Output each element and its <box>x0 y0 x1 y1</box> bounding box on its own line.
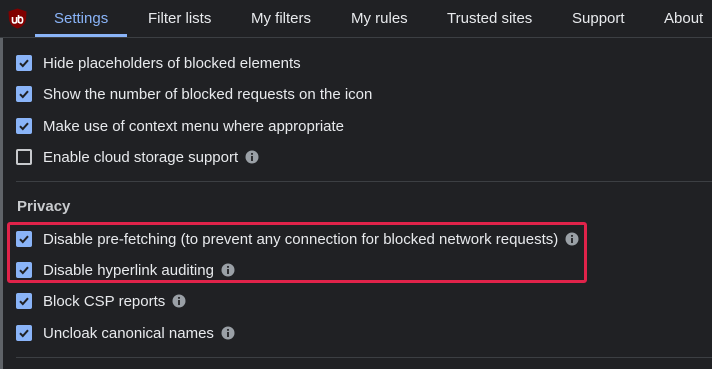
option-cloud-storage[interactable]: Enable cloud storage support <box>16 147 259 167</box>
tab-filter-lists[interactable]: Filter lists <box>148 0 211 37</box>
checkbox-disable-prefetching[interactable] <box>16 231 32 247</box>
tab-about[interactable]: About <box>664 0 703 37</box>
settings-page: Settings Filter lists My filters My rule… <box>0 0 712 369</box>
checkbox-cloud-storage[interactable] <box>16 149 32 165</box>
section-divider <box>16 357 712 358</box>
tab-support[interactable]: Support <box>572 0 625 37</box>
check-icon <box>19 266 29 275</box>
checkbox-uncloak-canonical-names[interactable] <box>16 325 32 341</box>
option-label: Disable hyperlink auditing <box>43 261 214 279</box>
check-icon <box>19 59 29 68</box>
option-label: Block CSP reports <box>43 292 166 310</box>
info-icon[interactable] <box>221 326 235 340</box>
info-icon[interactable] <box>172 294 186 308</box>
tab-my-rules[interactable]: My rules <box>351 0 408 37</box>
option-hide-placeholders[interactable]: Hide placeholders of blocked elements <box>16 53 301 73</box>
tab-my-filters[interactable]: My filters <box>251 0 311 37</box>
ublock-origin-logo-icon[interactable] <box>8 8 27 29</box>
active-tab-indicator <box>35 34 127 37</box>
option-label: Disable pre-fetching (to prevent any con… <box>43 230 559 248</box>
info-icon[interactable] <box>245 150 259 164</box>
check-icon <box>19 235 29 244</box>
option-label: Hide placeholders of blocked elements <box>43 54 301 72</box>
option-label: Make use of context menu where appropria… <box>43 117 345 135</box>
option-label: Uncloak canonical names <box>43 324 214 342</box>
checkbox-disable-hyperlink-auditing[interactable] <box>16 262 32 278</box>
info-icon[interactable] <box>565 232 579 246</box>
option-uncloak-canonical-names[interactable]: Uncloak canonical names <box>16 323 235 343</box>
tab-trusted-sites[interactable]: Trusted sites <box>447 0 532 37</box>
option-disable-prefetching[interactable]: Disable pre-fetching (to prevent any con… <box>16 229 579 249</box>
option-label: Enable cloud storage support <box>43 148 239 166</box>
option-label: Show the number of blocked requests on t… <box>43 85 373 103</box>
checkbox-block-csp-reports[interactable] <box>16 293 32 309</box>
top-nav: Settings Filter lists My filters My rule… <box>0 0 712 38</box>
section-title-privacy: Privacy <box>17 198 71 215</box>
check-icon <box>19 297 29 306</box>
section-divider <box>16 181 712 182</box>
option-context-menu[interactable]: Make use of context menu where appropria… <box>16 116 344 136</box>
option-show-blocked-count[interactable]: Show the number of blocked requests on t… <box>16 84 372 104</box>
checkbox-context-menu[interactable] <box>16 118 32 134</box>
content-edge <box>0 38 3 369</box>
check-icon <box>19 329 29 338</box>
checkbox-hide-placeholders[interactable] <box>16 55 32 71</box>
check-icon <box>19 122 29 131</box>
info-icon[interactable] <box>221 263 235 277</box>
tab-settings[interactable]: Settings <box>54 0 108 37</box>
check-icon <box>19 90 29 99</box>
checkbox-show-blocked-count[interactable] <box>16 86 32 102</box>
option-block-csp-reports[interactable]: Block CSP reports <box>16 291 186 311</box>
option-disable-hyperlink-auditing[interactable]: Disable hyperlink auditing <box>16 260 235 280</box>
